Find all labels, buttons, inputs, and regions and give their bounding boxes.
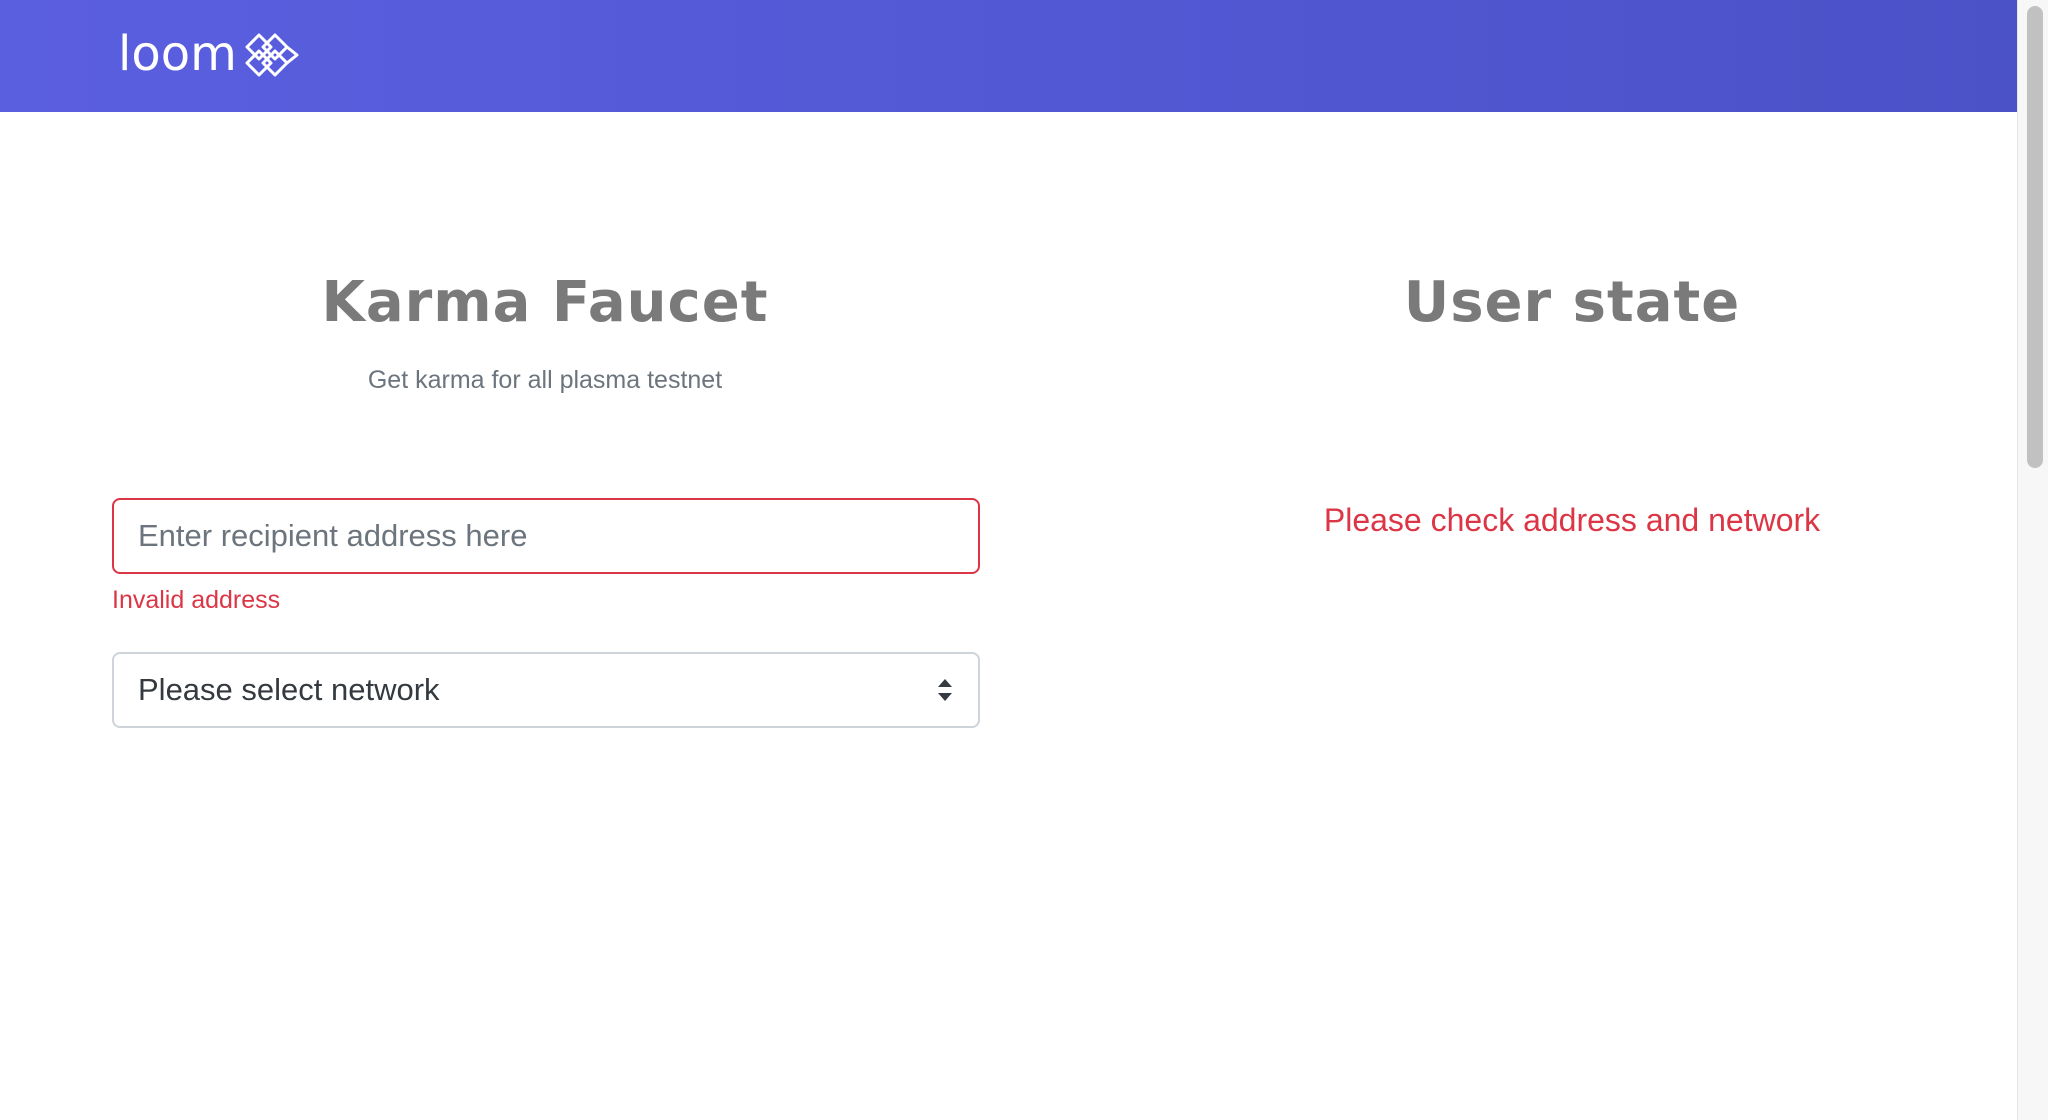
scrollbar-thumb[interactable]	[2027, 6, 2043, 468]
address-error-message: Invalid address	[112, 586, 281, 614]
scrollbar[interactable]	[2017, 0, 2048, 1120]
faucet-title: Karma Faucet	[321, 270, 769, 335]
loom-knot-icon	[245, 33, 299, 77]
recipient-address-input[interactable]	[112, 498, 980, 574]
page: loom Karma Faucet Get karma for all plas…	[0, 0, 2048, 1120]
brand-logo[interactable]: loom	[118, 26, 301, 82]
brand-name: loom	[118, 26, 237, 82]
network-select[interactable]: Please select network	[112, 652, 980, 728]
navbar: loom	[0, 0, 2018, 112]
network-select-value: Please select network	[138, 672, 440, 707]
user-state-message: Please check address and network	[1323, 502, 1821, 538]
user-state-title: User state	[1403, 270, 1741, 335]
faucet-subtitle: Get karma for all plasma testnet	[367, 366, 723, 394]
select-arrows-icon	[938, 679, 952, 701]
